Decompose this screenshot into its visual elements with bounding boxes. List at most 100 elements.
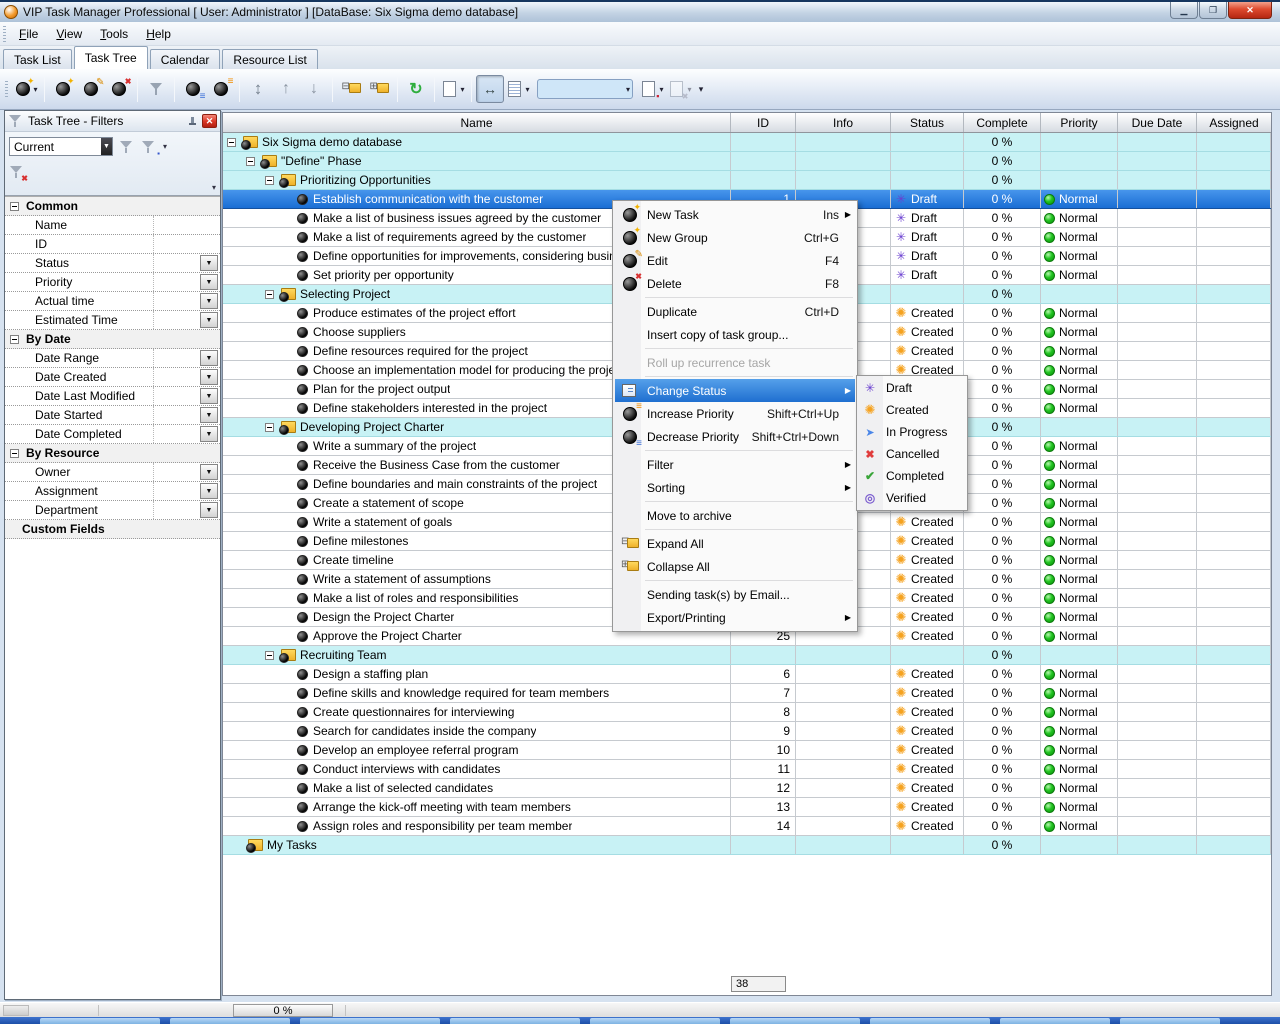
task-tree-tab[interactable]: Task Tree xyxy=(74,46,148,69)
created-status-item[interactable]: Created xyxy=(858,399,966,421)
new-task-menu-item[interactable]: New Task Ins xyxy=(615,203,855,226)
sorting-menu-item[interactable]: Sorting xyxy=(615,476,855,499)
date-range-filter-row[interactable]: Date Range xyxy=(5,349,220,368)
columns-button[interactable]: ▾ xyxy=(504,75,532,103)
insert-copy-of-task-group-menu-item[interactable]: Insert copy of task group... xyxy=(615,323,855,346)
toolbar-separator-button[interactable]: ▾ xyxy=(44,76,45,102)
apply-filter-button[interactable] xyxy=(119,139,135,155)
resource-list-tab[interactable]: Resource List xyxy=(222,49,317,69)
move-task-button[interactable]: ▾ xyxy=(244,75,272,103)
task-row[interactable]: Develop an employee referral program 10 … xyxy=(223,741,1271,760)
cancelled-status-item[interactable]: Cancelled xyxy=(858,443,966,465)
task-row[interactable]: Make a list of selected candidates 12 Cr… xyxy=(223,779,1271,798)
task-row[interactable]: Conduct interviews with candidates 11 Cr… xyxy=(223,760,1271,779)
move-to-archive-menu-item[interactable]: Move to archive xyxy=(615,504,855,527)
complete-column-header[interactable]: Complete xyxy=(964,113,1041,132)
export-printing-menu-item[interactable]: Export/Printing xyxy=(615,606,855,629)
pin-icon[interactable] xyxy=(187,116,197,127)
assignment-filter-row[interactable]: Assignment xyxy=(5,482,220,501)
filter-dropdown-button[interactable] xyxy=(200,255,218,271)
view-menu[interactable]: View xyxy=(47,23,91,45)
in-progress-status-item[interactable]: In Progress xyxy=(858,421,966,443)
collapse-section-icon[interactable] xyxy=(10,202,19,211)
filter-button[interactable]: ▾ xyxy=(142,75,170,103)
toolbar-overflow-button[interactable]: ▾ xyxy=(694,75,708,103)
decrease-priority-button[interactable]: ▾ xyxy=(179,75,207,103)
date-completed-filter-row[interactable]: Date Completed xyxy=(5,425,220,444)
tools-menu[interactable]: Tools xyxy=(91,23,137,45)
delete-menu-item[interactable]: Delete F8 xyxy=(615,272,855,295)
group-row[interactable]: Six Sigma demo database 0 % xyxy=(223,133,1271,152)
filter-dropdown-button[interactable] xyxy=(200,293,218,309)
close-button[interactable] xyxy=(1228,2,1272,19)
panel-close-button[interactable] xyxy=(202,114,217,128)
task-row[interactable]: Search for candidates inside the company… xyxy=(223,722,1271,741)
save-filter-button[interactable]: ▪ xyxy=(141,139,157,155)
filter-dropdown-button[interactable] xyxy=(200,483,218,499)
expand-all-menu-item[interactable]: Expand All xyxy=(615,532,855,555)
export-button[interactable]: ▾ xyxy=(439,75,467,103)
task-row[interactable]: Arrange the kick-off meeting with team m… xyxy=(223,798,1271,817)
status-filter-row[interactable]: Status xyxy=(5,254,220,273)
name-column-header[interactable]: Name xyxy=(223,113,731,132)
filter-dropdown-button[interactable] xyxy=(200,274,218,290)
dropdown-arrow-icon[interactable]: ▾ xyxy=(626,85,630,94)
filter-preset-combobox[interactable]: Current ▼ xyxy=(9,137,113,156)
by-resource-filter-row[interactable]: By Resource xyxy=(5,444,220,463)
task-row[interactable]: Design a staffing plan 6 Created 0 % Nor… xyxy=(223,665,1271,684)
id-column-header[interactable]: ID xyxy=(731,113,796,132)
date-last-modified-filter-row[interactable]: Date Last Modified xyxy=(5,387,220,406)
clear-filter-button[interactable]: ✖ xyxy=(9,164,25,180)
filter-dropdown-button[interactable] xyxy=(200,426,218,442)
expand-box-icon[interactable] xyxy=(227,138,236,147)
delete-layout-button[interactable]: ▾ xyxy=(666,75,694,103)
common-filter-row[interactable]: Common xyxy=(5,197,220,216)
toolbar-separator-button[interactable]: ▾ xyxy=(174,76,175,102)
decrease-priority-menu-item[interactable]: Decrease Priority Shift+Ctrl+Down xyxy=(615,425,855,448)
name-filter-row[interactable]: Name xyxy=(5,216,220,235)
refresh-button[interactable]: ▾ xyxy=(402,75,430,103)
move-up-button[interactable]: ▾ xyxy=(272,75,300,103)
filter-dropdown-button[interactable] xyxy=(200,369,218,385)
assigned-column-header[interactable]: Assigned xyxy=(1197,113,1271,132)
save-filter-dropdown-icon[interactable]: ▾ xyxy=(163,142,167,151)
due-column-header[interactable]: Due Date xyxy=(1118,113,1197,132)
estimated-time-filter-row[interactable]: Estimated Time xyxy=(5,311,220,330)
help-menu[interactable]: Help xyxy=(137,23,180,45)
collapse-section-icon[interactable] xyxy=(10,449,19,458)
filter-dropdown-button[interactable] xyxy=(200,464,218,480)
toolbar-separator-button[interactable]: ▾ xyxy=(397,76,398,102)
group-row[interactable]: Prioritizing Opportunities 0 % xyxy=(223,171,1271,190)
increase-priority-menu-item[interactable]: Increase Priority Shift+Ctrl+Up xyxy=(615,402,855,425)
toolbar-separator-button[interactable]: ▾ xyxy=(471,76,472,102)
filters-options-icon[interactable]: ▾ xyxy=(212,183,216,192)
toolbar-separator-button[interactable]: ▾ xyxy=(239,76,240,102)
edit-menu-item[interactable]: Edit F4 xyxy=(615,249,855,272)
filter-dropdown-button[interactable] xyxy=(200,350,218,366)
filter-menu-item[interactable]: Filter xyxy=(615,453,855,476)
sending-task-s-by-email-menu-item[interactable]: Sending task(s) by Email... xyxy=(615,583,855,606)
duplicate-menu-item[interactable]: Duplicate Ctrl+D xyxy=(615,300,855,323)
draft-status-item[interactable]: Draft xyxy=(858,377,966,399)
new-group-menu-item[interactable]: New Group Ctrl+G xyxy=(615,226,855,249)
dropdown-arrow-icon[interactable]: ▾ xyxy=(460,85,464,94)
expand-box-icon[interactable] xyxy=(265,290,274,299)
group-row[interactable]: "Define" Phase 0 % xyxy=(223,152,1271,171)
id-filter-row[interactable]: ID xyxy=(5,235,220,254)
expand-all-button[interactable]: ▾ xyxy=(337,75,365,103)
department-filter-row[interactable]: Department xyxy=(5,501,220,520)
task-row[interactable]: Assign roles and responsibility per team… xyxy=(223,817,1271,836)
move-down-button[interactable]: ▾ xyxy=(300,75,328,103)
layout-combo-button[interactable]: ▾ xyxy=(537,79,633,99)
group-row[interactable]: Recruiting Team 0 % xyxy=(223,646,1271,665)
verified-status-item[interactable]: Verified xyxy=(858,487,966,509)
expand-box-icon[interactable] xyxy=(265,176,274,185)
task-row[interactable]: Define skills and knowledge required for… xyxy=(223,684,1271,703)
info-column-header[interactable]: Info xyxy=(796,113,891,132)
file-menu[interactable]: File xyxy=(10,23,47,45)
task-list-tab[interactable]: Task List xyxy=(3,49,72,69)
toolbar-separator-button[interactable]: ▾ xyxy=(434,76,435,102)
filter-dropdown-button[interactable] xyxy=(200,502,218,518)
change-status-menu-item[interactable]: Change Status xyxy=(615,379,855,402)
collapse-all-menu-item[interactable]: Collapse All xyxy=(615,555,855,578)
